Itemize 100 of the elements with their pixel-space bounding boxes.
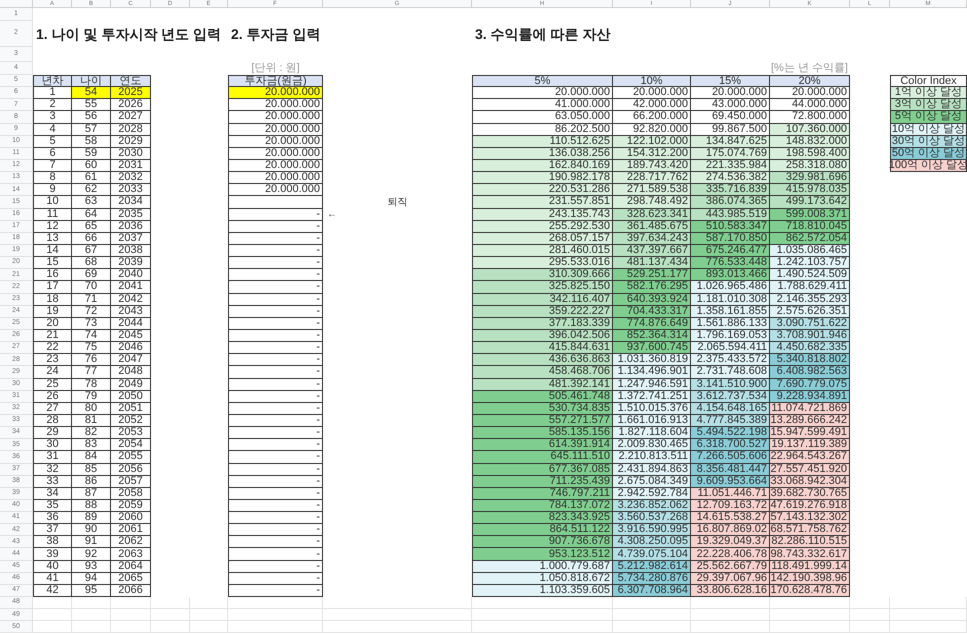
table-cell: - xyxy=(228,476,323,488)
table-cell: 458.468.706 xyxy=(472,366,613,379)
legend-item: 30억 이상 달성 xyxy=(890,136,967,148)
table-cell: 43.000.000 xyxy=(691,99,770,112)
table-cell: 5.212.982.614 xyxy=(613,560,691,573)
table-cell: 1.103.359.605 xyxy=(472,584,613,598)
table-cell: 20.000.000 xyxy=(228,124,323,136)
table-cell: 2035 xyxy=(111,208,151,221)
table-cell: 20.000.000 xyxy=(228,172,323,184)
table-cell: 62 xyxy=(72,184,111,196)
table-cell: 12.709.163.72 xyxy=(691,500,770,512)
table-cell: 529.251.177 xyxy=(613,269,691,282)
table-cell: 2038 xyxy=(111,244,151,258)
table-cell: 16.807.869.02 xyxy=(691,524,770,536)
table-cell: 2025 xyxy=(111,87,151,100)
table-cell: 20.000.000 xyxy=(228,148,323,160)
table-cell: 69.450.000 xyxy=(691,111,770,124)
table-cell: 5.340.818.802 xyxy=(770,354,850,366)
table-cell: 20.000.000 xyxy=(613,87,691,100)
table-cell: 72 xyxy=(72,306,111,318)
table-cell: 2043 xyxy=(111,306,151,318)
table-cell: 2055 xyxy=(111,451,151,464)
table-cell: 2065 xyxy=(111,572,151,585)
table-cell: 2034 xyxy=(111,196,151,209)
table-cell: 255.292.530 xyxy=(472,220,613,233)
table-cell: 2041 xyxy=(111,281,151,294)
table-cell: 295.533.016 xyxy=(472,257,613,270)
empty-cell xyxy=(850,609,890,622)
empty-cell xyxy=(111,609,151,622)
table-cell: 74 xyxy=(72,330,111,342)
table-cell: 92 xyxy=(72,548,111,561)
table-cell: 67 xyxy=(72,244,111,258)
table-cell: - xyxy=(228,281,323,294)
table-cell: 274.536.382 xyxy=(691,172,770,184)
table-cell: 60 xyxy=(72,160,111,172)
table-cell: 122.102.000 xyxy=(613,136,691,148)
table-cell: - xyxy=(228,244,323,258)
table-cell: 3.916.590.995 xyxy=(613,524,691,536)
table-cell: 328.623.341 xyxy=(613,208,691,221)
table-cell: - xyxy=(228,402,323,415)
table-cell: 2048 xyxy=(111,366,151,379)
table-cell: - xyxy=(228,378,323,391)
table-cell: 90 xyxy=(72,524,111,536)
table-cell: 221.335.984 xyxy=(691,160,770,172)
table-cell: 718.810.045 xyxy=(770,220,850,233)
table-cell: 3.236.852.062 xyxy=(613,500,691,512)
table-cell: 87 xyxy=(72,488,111,500)
table-cell: 268.057.157 xyxy=(472,232,613,245)
table-cell: 81 xyxy=(72,414,111,428)
table-cell: 864.511.122 xyxy=(472,524,613,536)
table-cell: 13.289.666.242 xyxy=(770,414,850,428)
table-cell: 1.561.886.133 xyxy=(691,318,770,330)
table-cell: 6.408.982.563 xyxy=(770,366,850,379)
legend-header: Color Index xyxy=(890,75,967,88)
table-cell: 57.143.132.302 xyxy=(770,512,850,524)
table-cell: 2053 xyxy=(111,427,151,440)
table-cell: 142.190.398.96 xyxy=(770,572,850,585)
table-cell: 92.820.000 xyxy=(613,124,691,136)
table-cell: 80 xyxy=(72,402,111,415)
legend-item: 50억 이상 달성 xyxy=(890,148,967,160)
table-cell: 2.146.355.293 xyxy=(770,294,850,306)
table-cell: 42.000.000 xyxy=(613,99,691,112)
table-cell: 342.116.407 xyxy=(472,294,613,306)
table-cell: 746.797.211 xyxy=(472,488,613,500)
table-cell: 2058 xyxy=(111,488,151,500)
table-cell: - xyxy=(228,548,323,561)
table-cell: 78 xyxy=(72,378,111,391)
table-cell: 2040 xyxy=(111,269,151,282)
table-cell: 136.038.256 xyxy=(472,148,613,160)
table-cell: 774.876.649 xyxy=(613,318,691,330)
table-cell: 557.271.577 xyxy=(472,414,613,428)
table-cell: 443.985.519 xyxy=(691,208,770,221)
table-cell: - xyxy=(228,342,323,354)
table-cell: 20.000.000 xyxy=(770,87,850,100)
table-cell: 2064 xyxy=(111,560,151,573)
table-cell: 4.450.682.335 xyxy=(770,342,850,354)
table-cell: 33.068.942.304 xyxy=(770,476,850,488)
table-cell: 2046 xyxy=(111,342,151,354)
table-cell: 2056 xyxy=(111,464,151,476)
table-cell: 20.000.000 xyxy=(691,87,770,100)
table-cell: 640.393.924 xyxy=(613,294,691,306)
table-cell: 4.154.648.165 xyxy=(691,402,770,415)
table-cell: 20.000.000 xyxy=(472,87,613,100)
table-cell: 64 xyxy=(72,208,111,221)
table-cell: 19.329.049.37 xyxy=(691,536,770,548)
legend-item: 1억 이상 달성 xyxy=(890,87,967,100)
table-cell: 2.210.813.511 xyxy=(613,451,691,464)
table-cell: 65 xyxy=(72,220,111,233)
table-cell: 73 xyxy=(72,318,111,330)
table-cell: 2060 xyxy=(111,512,151,524)
table-cell: 5.734.280.876 xyxy=(613,572,691,585)
table-cell: 170.628.478.76 xyxy=(770,584,850,598)
table-cell: 2.009.830.465 xyxy=(613,439,691,452)
table-cell: 198.598.400 xyxy=(770,148,850,160)
table-cell: 41.000.000 xyxy=(472,99,613,112)
table-cell: 329.981.696 xyxy=(770,172,850,184)
legend-item: 3억 이상 달성 xyxy=(890,99,967,112)
table-cell: 20.000.000 xyxy=(228,160,323,172)
table-cell: 2036 xyxy=(111,220,151,233)
table-cell: 510.583.347 xyxy=(691,220,770,233)
